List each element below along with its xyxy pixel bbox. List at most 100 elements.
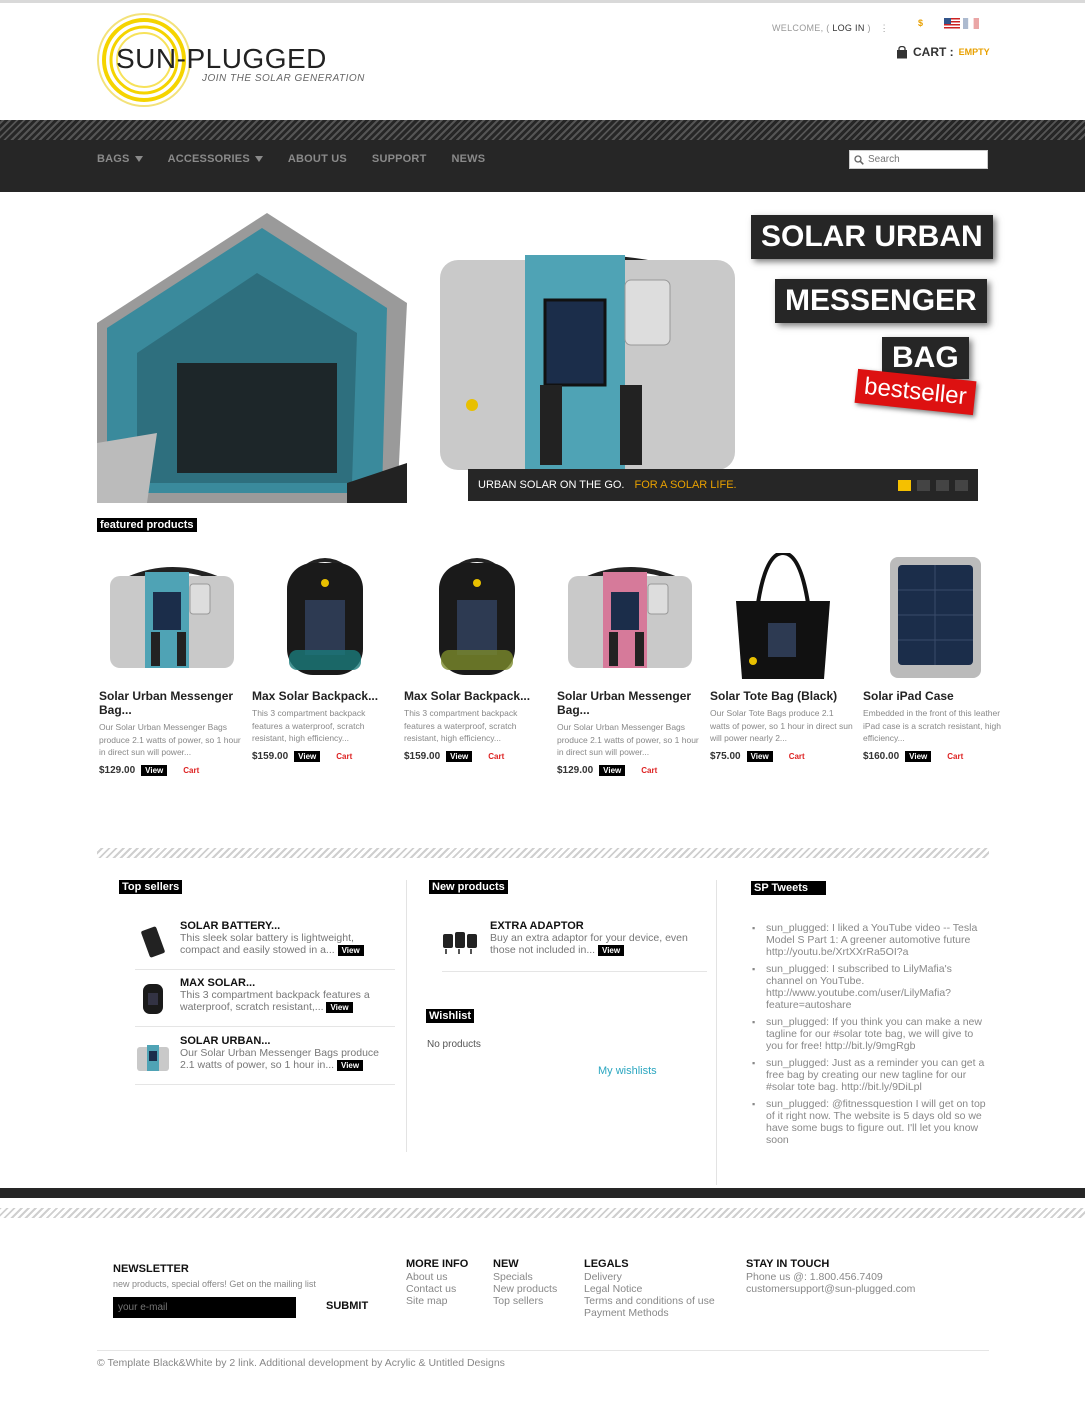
cart-summary[interactable]: CART : EMPTY xyxy=(896,45,990,59)
add-to-cart-link[interactable]: Cart xyxy=(488,752,504,761)
newsletter-desc: new products, special offers! Get on the… xyxy=(113,1279,316,1289)
nav-about-us[interactable]: ABOUT US xyxy=(288,153,347,165)
nav-bags-label: BAGS xyxy=(97,153,130,165)
product-image[interactable] xyxy=(252,553,397,681)
view-button[interactable]: View xyxy=(337,945,364,956)
view-button[interactable]: View xyxy=(141,764,168,776)
product-card[interactable]: Solar Urban Messenger Bag... Our Solar U… xyxy=(557,553,702,776)
new-product-title[interactable]: EXTRA ADAPTOR xyxy=(490,920,584,932)
login-link[interactable]: LOG IN xyxy=(832,23,864,33)
product-actions: $160.00 View Cart xyxy=(863,750,1008,762)
footer-link-specials[interactable]: Specials xyxy=(493,1271,557,1283)
search-input[interactable] xyxy=(868,154,978,165)
footer-link-terms[interactable]: Terms and conditions of use xyxy=(584,1295,715,1307)
top-seller-title[interactable]: SOLAR URBAN... xyxy=(180,1035,270,1047)
product-name[interactable]: Max Solar Backpack... xyxy=(404,689,549,703)
top-seller-item[interactable]: SOLAR BATTERY... This sleek solar batter… xyxy=(135,920,395,970)
site-logo[interactable]: SUN-PLUGGED JOIN THE SOLAR GENERATION xyxy=(96,10,376,110)
footer-link-sitemap[interactable]: Site map xyxy=(406,1295,456,1307)
fr-flag-icon[interactable] xyxy=(963,18,979,29)
footer-link-legal-notice[interactable]: Legal Notice xyxy=(584,1283,715,1295)
product-name[interactable]: Solar iPad Case xyxy=(863,689,1008,703)
nav-accessories[interactable]: ACCESSORIES xyxy=(168,153,263,165)
footer-link-new-products[interactable]: New products xyxy=(493,1283,557,1295)
currency-switch[interactable]: $ xyxy=(918,18,923,28)
footer-link-delivery[interactable]: Delivery xyxy=(584,1271,715,1283)
tweet-item[interactable]: sun_plugged: If you think you can make a… xyxy=(752,1016,987,1052)
product-card[interactable]: Max Solar Backpack... This 3 compartment… xyxy=(404,553,549,762)
column-divider xyxy=(716,880,717,1185)
welcome-close: ) xyxy=(867,23,871,33)
view-button[interactable]: View xyxy=(326,1002,353,1013)
view-button[interactable]: View xyxy=(746,750,773,762)
footer-divider xyxy=(97,1350,989,1351)
product-price: $75.00 xyxy=(710,750,741,762)
product-name[interactable]: Solar Urban Messenger Bag... xyxy=(99,689,244,717)
slider-dot-4[interactable] xyxy=(955,480,968,491)
add-to-cart-link[interactable]: Cart xyxy=(183,766,199,775)
footer-link-about[interactable]: About us xyxy=(406,1271,456,1283)
footer-link-top-sellers[interactable]: Top sellers xyxy=(493,1295,557,1307)
tweet-item[interactable]: sun_plugged: Just as a reminder you can … xyxy=(752,1057,987,1093)
view-button[interactable]: View xyxy=(599,764,626,776)
newsletter-submit-button[interactable]: SUBMIT xyxy=(326,1300,368,1312)
footer-link-payment[interactable]: Payment Methods xyxy=(584,1307,715,1319)
view-button[interactable]: View xyxy=(294,750,321,762)
my-wishlists-link[interactable]: My wishlists xyxy=(598,1065,657,1077)
view-button[interactable]: View xyxy=(337,1060,364,1071)
nav-support[interactable]: SUPPORT xyxy=(372,153,427,165)
product-card[interactable]: Solar Urban Messenger Bag... Our Solar U… xyxy=(99,553,244,776)
nav-news[interactable]: NEWS xyxy=(452,153,486,165)
support-email-link[interactable]: customersupport@sun-plugged.com xyxy=(746,1283,915,1295)
product-name[interactable]: Solar Urban Messenger Bag... xyxy=(557,689,702,717)
main-nav: BAGS ACCESSORIES ABOUT US SUPPORT NEWS xyxy=(97,153,510,165)
slide-headline-1: SOLAR URBAN xyxy=(751,215,993,259)
slider-pagination xyxy=(898,480,968,491)
backpack-thumb xyxy=(143,984,163,1014)
view-button[interactable]: View xyxy=(905,750,932,762)
product-card[interactable]: Solar Tote Bag (Black) Our Solar Tote Ba… xyxy=(710,553,855,762)
product-desc: This 3 compartment backpack features a w… xyxy=(404,708,518,743)
logo-tagline: JOIN THE SOLAR GENERATION xyxy=(202,73,365,84)
add-to-cart-link[interactable]: Cart xyxy=(336,752,352,761)
caption-highlight: FOR A SOLAR LIFE. xyxy=(634,479,737,491)
separator-icon: ⋮ xyxy=(879,23,889,33)
add-to-cart-link[interactable]: Cart xyxy=(641,766,657,775)
slider-dot-2[interactable] xyxy=(917,480,930,491)
product-card[interactable]: Max Solar Backpack... This 3 compartment… xyxy=(252,553,397,762)
add-to-cart-link[interactable]: Cart xyxy=(947,752,963,761)
newsletter-email-input[interactable] xyxy=(113,1297,296,1318)
slider-dot-3[interactable] xyxy=(936,480,949,491)
tweet-item[interactable]: sun_plugged: I subscribed to LilyMafia's… xyxy=(752,963,987,1011)
product-name[interactable]: Solar Tote Bag (Black) xyxy=(710,689,855,703)
product-name[interactable]: Max Solar Backpack... xyxy=(252,689,397,703)
top-seller-item[interactable]: MAX SOLAR... This 3 compartment backpack… xyxy=(135,977,395,1027)
tweet-item[interactable]: sun_plugged: @fitnessquestion I will get… xyxy=(752,1098,987,1146)
view-button[interactable]: View xyxy=(598,945,625,956)
chevron-down-icon xyxy=(254,156,263,162)
product-image[interactable] xyxy=(863,553,1008,681)
product-image[interactable] xyxy=(404,553,549,681)
new-product-item[interactable]: EXTRA ADAPTOR Buy an extra adaptor for y… xyxy=(442,920,707,972)
product-desc: Our Solar Urban Messenger Bags produce 2… xyxy=(557,722,699,757)
search-box xyxy=(849,150,988,169)
more-info-links: About us Contact us Site map xyxy=(406,1271,456,1307)
product-image[interactable] xyxy=(557,553,702,681)
nav-bags[interactable]: BAGS xyxy=(97,153,143,165)
contact-info: Phone us @: 1.800.456.7409 customersuppo… xyxy=(746,1271,915,1295)
view-button[interactable]: View xyxy=(446,750,473,762)
product-card[interactable]: Solar iPad Case Embedded in the front of… xyxy=(863,553,1008,762)
footer-link-contact[interactable]: Contact us xyxy=(406,1283,456,1295)
us-flag-icon[interactable] xyxy=(944,18,960,29)
top-seller-title[interactable]: MAX SOLAR... xyxy=(180,977,255,989)
slider-dot-1[interactable] xyxy=(898,480,911,491)
top-seller-title[interactable]: SOLAR BATTERY... xyxy=(180,920,280,932)
product-image[interactable] xyxy=(710,553,855,681)
product-image[interactable] xyxy=(99,553,244,681)
tweet-item[interactable]: sun_plugged: I liked a YouTube video -- … xyxy=(752,922,987,958)
cart-status: EMPTY xyxy=(958,47,990,57)
more-info-title: MORE INFO xyxy=(406,1258,469,1270)
add-to-cart-link[interactable]: Cart xyxy=(789,752,805,761)
top-seller-item[interactable]: SOLAR URBAN... Our Solar Urban Messenger… xyxy=(135,1035,395,1085)
product-price: $159.00 xyxy=(252,750,289,762)
